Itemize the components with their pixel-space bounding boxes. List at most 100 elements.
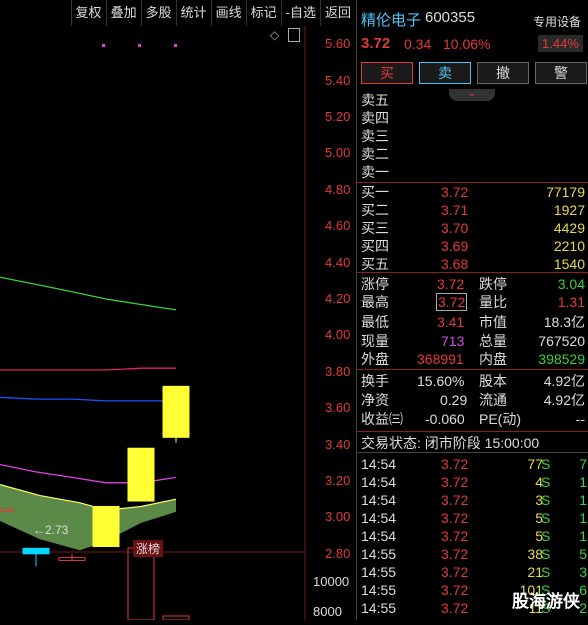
divider [357,369,588,370]
signal-dot [174,44,177,47]
total-volume-value: 767520 [538,333,585,349]
quote-panel: 精伦电子 600355 3.72 0.34 10.06% 专用设备 1.44% … [356,0,588,620]
inner-volume-value: 398529 [538,351,585,367]
ask-row[interactable]: 卖四 [361,109,585,127]
level-label: 买三 [361,220,389,236]
low-value: 3.41 [437,314,465,330]
tick-price: 3.72 [441,528,469,544]
tick-count: 3 [579,564,587,580]
candle-body [92,505,120,548]
market-value-label: 市值 [479,314,507,330]
bid-row[interactable]: 买四 3.69 2210 [361,237,585,255]
tick-count: 1 [579,528,587,544]
ask-row[interactable]: 卖二 [361,145,585,163]
diamond-icon[interactable]: ◇ [270,28,279,42]
ask-row[interactable]: 卖五 [361,91,585,109]
tick-time: 14:54 [361,510,397,526]
toolbar-stats[interactable]: 统计 [175,0,211,26]
level-price: 3.70 [441,220,469,236]
level-volume: 1927 [553,202,585,218]
divider [357,182,588,183]
toolbar-overlay[interactable]: 叠加 [105,0,141,26]
ma-line-blue [0,396,176,402]
market-value: 18.3亿 [543,314,585,330]
toolbar-back[interactable]: 返回 [319,0,355,26]
stock-name[interactable]: 精伦电子 [361,9,421,30]
level-label: 买四 [361,238,389,254]
panel-toggle-icon[interactable] [288,28,300,42]
divider [357,452,588,453]
level-label: 卖三 [361,128,389,144]
tick-row: 14:54 3.72 5 S 1 [361,509,587,527]
ma-line-red [0,367,176,371]
turnover-value: 15.60% [417,373,465,389]
current-volume-value: 713 [441,333,465,349]
chart-toolbar: 复权 叠加 多股 统计 画线 标记 -自选 返回 [0,0,355,26]
tick-side: S [541,474,551,490]
cancel-order-button[interactable]: 撤 [477,62,529,84]
tick-side: S [541,528,551,544]
tick-side: S [541,546,551,562]
kline-chart[interactable]: 5.60 5.40 5.20 5.00 4.80 4.60 4.40 4.20 4.00 3.80… [0,26,355,621]
divider [357,272,588,273]
bid-row[interactable]: 买五 3.68 1540 [361,255,585,273]
volume-axis: 10000 8000 [313,26,355,620]
candle-body [22,547,50,555]
tick-row: 14:54 3.72 5 S 1 [361,527,587,545]
level-volume: 2210 [553,238,585,254]
tick-price: 3.72 [441,546,469,562]
toolbar-draw[interactable]: 画线 [210,0,246,26]
eps-value: -0.060 [425,411,465,427]
outer-volume-value: 368991 [417,351,464,367]
toolbar-watchlist[interactable]: -自选 [280,0,320,26]
current-price: 3.72 [361,35,391,52]
limit-up-tag[interactable]: 涨榜 [133,540,164,557]
volume-bar [127,547,155,621]
limit-down-value: 3.04 [557,276,585,292]
price-change-pct: 10.06% [443,36,491,52]
outer-volume-label: 外盘 [361,351,389,367]
volume-ratio-label: 量比 [479,294,507,310]
tick-count: 7 [579,456,587,472]
limit-up-value: 3.72 [437,276,465,292]
ma-line-green [0,276,177,311]
ask-row[interactable]: 卖一 [361,163,585,181]
sell-button[interactable]: 卖 [419,62,471,84]
trading-status: 交易状态: 闭市阶段 15:00:00 [361,435,540,451]
level-label: 卖四 [361,110,389,126]
candle-body [127,447,155,502]
level-label: 买二 [361,202,389,218]
tick-time: 14:54 [361,456,397,472]
bid-row[interactable]: 买三 3.70 4429 [361,219,585,237]
toolbar-fuquan[interactable]: 复权 [70,0,106,26]
tick-count: 1 [579,474,587,490]
level-label: 卖二 [361,146,389,162]
toolbar-mark[interactable]: 标记 [245,0,281,26]
sector-label[interactable]: 专用设备 [533,13,581,30]
price-change: 0.34 [404,36,432,52]
tick-time: 14:55 [361,600,397,616]
float-shares-value: 4.92亿 [543,392,585,408]
tick-count: 1 [579,492,587,508]
alert-button[interactable]: 警 [535,62,587,84]
ask-row[interactable]: 卖三 [361,127,585,145]
tick-row: 14:55 3.72 38 S 5 [361,545,587,563]
bid-row[interactable]: 买一 3.72 77179 [361,183,585,201]
signal-dot [102,44,105,47]
tick-row: 14:54 3.72 77 S 7 [361,455,587,473]
share-capital-label: 股本 [479,373,507,389]
high-label: 最高 [361,294,389,310]
buy-button[interactable]: 买 [361,62,413,84]
tick-time: 14:55 [361,564,397,580]
level-label: 卖一 [361,164,389,180]
tick-row: 14:54 3.72 4 S 1 [361,473,587,491]
eps-label: 收益㈢ [361,411,403,427]
toolbar-multi[interactable]: 多股 [140,0,176,26]
tick-price: 3.72 [441,582,469,598]
bid-row[interactable]: 买二 3.71 1927 [361,201,585,219]
tick-side: S [541,492,551,508]
tick-count: 5 [579,546,587,562]
turnover-label: 换手 [361,373,389,389]
tick-time: 14:55 [361,582,397,598]
tick-count: 6 [579,582,587,598]
